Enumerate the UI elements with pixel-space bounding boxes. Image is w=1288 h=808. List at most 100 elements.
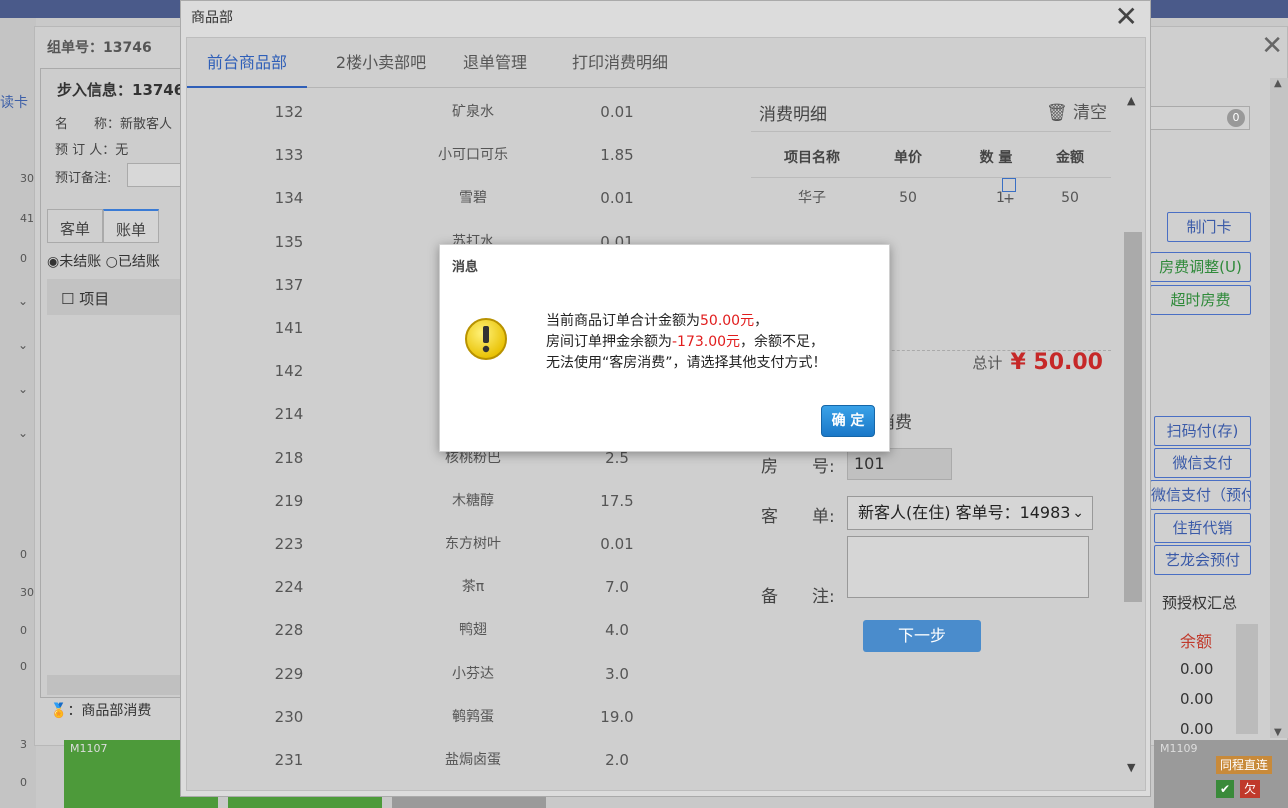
product-code: 231 bbox=[274, 751, 304, 769]
chevron-down-icon[interactable]: ⌄ bbox=[18, 426, 28, 440]
elong-prepay-button[interactable]: 艺龙会预付 bbox=[1154, 545, 1251, 575]
product-code: 141 bbox=[274, 319, 304, 337]
product-row[interactable]: 224 茶π 7.0 bbox=[187, 566, 749, 609]
make-door-card-button[interactable]: 制门卡 bbox=[1167, 212, 1251, 242]
product-row[interactable]: 228 鸭翅 4.0 bbox=[187, 609, 749, 652]
message-line-2: 房间订单押金余额为-173.00元，余额不足， bbox=[546, 332, 876, 353]
next-step-button[interactable]: 下一步 bbox=[863, 620, 981, 652]
radio-settled-label[interactable]: 已结账 bbox=[118, 254, 160, 270]
tab-bill[interactable]: 账单 bbox=[103, 209, 160, 243]
product-name: 小芬达 bbox=[452, 665, 494, 682]
note-textarea[interactable] bbox=[847, 536, 1089, 598]
wechat-pay-button[interactable]: 微信支付 bbox=[1154, 448, 1251, 478]
radio-unsettled-icon[interactable]: ◉ bbox=[47, 254, 59, 270]
col-item-name: 项目名称 bbox=[784, 150, 840, 166]
product-row[interactable]: 132 矿泉水 0.01 bbox=[187, 91, 749, 134]
scroll-down-icon[interactable]: ▼ bbox=[1127, 761, 1135, 774]
chevron-down-icon[interactable]: ⌄ bbox=[18, 382, 28, 396]
product-row[interactable]: 133 小可口可乐 1.85 bbox=[187, 134, 749, 177]
confirm-button[interactable]: 确 定 bbox=[821, 405, 875, 437]
message-line-1: 当前商品订单合计金额为50.00元， bbox=[546, 311, 876, 332]
product-price: 0.01 bbox=[600, 535, 634, 553]
chevron-down-icon[interactable]: ⌄ bbox=[18, 338, 28, 352]
read-card-link[interactable]: 读卡 bbox=[0, 92, 28, 112]
background-search-input[interactable]: 0 bbox=[1150, 106, 1250, 130]
product-code: 230 bbox=[274, 707, 304, 726]
clear-button[interactable]: 🗑 清空 bbox=[1046, 98, 1107, 123]
left-number: 0 bbox=[20, 624, 27, 637]
tab-refund-management[interactable]: 退单管理 bbox=[449, 38, 541, 88]
product-row[interactable]: 229 小芬达 3.0 bbox=[187, 653, 749, 696]
col-amount: 金额 bbox=[1056, 150, 1084, 166]
tab-preauth-summary[interactable]: 预授权汇总 bbox=[1162, 592, 1237, 613]
clear-label: 清空 bbox=[1073, 103, 1107, 123]
product-code: 135 bbox=[274, 232, 304, 251]
settle-radio-group: ◉未结账 ○已结账 bbox=[47, 251, 160, 271]
consumption-footer: 🏅：商品部消费 bbox=[50, 700, 151, 720]
scroll-up-icon[interactable]: ▲ bbox=[1274, 78, 1282, 89]
item-unit-price: 50 bbox=[899, 190, 917, 206]
product-code: 229 bbox=[274, 664, 304, 683]
radio-unsettled-label[interactable]: 未结账 bbox=[59, 254, 101, 270]
product-row[interactable]: 223 东方树叶 0.01 bbox=[187, 523, 749, 566]
item-header-row: ☐ 项目 bbox=[47, 279, 197, 315]
guest-name-row: 名 称：新散客人 bbox=[55, 117, 173, 132]
product-code: 137 bbox=[274, 275, 304, 294]
product-price: 3.0 bbox=[605, 664, 629, 683]
trash-icon: 🗑 bbox=[1046, 103, 1068, 123]
total-row: 总计 ¥ 50.00 bbox=[972, 350, 1103, 380]
product-name: 盐焗卤蛋 bbox=[445, 752, 501, 768]
product-row[interactable]: 219 木糖醇 17.5 bbox=[187, 480, 749, 523]
product-row[interactable]: 230 鹌鹑蛋 19.0 bbox=[187, 696, 749, 739]
tab-guest[interactable]: 客单 bbox=[47, 209, 104, 243]
check-icon: ✔ bbox=[1216, 780, 1235, 798]
scroll-up-icon[interactable]: ▲ bbox=[1127, 94, 1135, 107]
modal-title: 商品部 bbox=[191, 10, 233, 26]
left-number: 30 bbox=[20, 172, 34, 185]
room-rate-adjust-button[interactable]: 房费调整(U) bbox=[1150, 252, 1251, 282]
product-name: 茶π bbox=[461, 579, 485, 596]
page-scrollbar[interactable]: ▲ ▼ bbox=[1270, 78, 1288, 738]
left-number: 0 bbox=[20, 548, 27, 561]
checkin-info-panel: 步入信息：13746 名 称：新散客人 预 订 人：无 预订备注: 客单 账单 … bbox=[40, 68, 207, 698]
detail-title: 消费明细 bbox=[759, 105, 827, 125]
select-all-checkbox[interactable]: ☐ bbox=[61, 290, 74, 308]
warning-icon bbox=[465, 318, 507, 360]
product-price: 2.0 bbox=[605, 751, 629, 769]
tab-print-consumption[interactable]: 打印消费明细 bbox=[557, 38, 683, 88]
tongcheng-badge: 同程直连 bbox=[1216, 756, 1273, 774]
guest-order-select[interactable]: 新客人(在住) 客单号：14983 ⌄ bbox=[847, 496, 1093, 530]
item-amount: 50 bbox=[1061, 190, 1079, 206]
left-number: 41 bbox=[20, 212, 34, 225]
zhuzhe-consign-button[interactable]: 住哲代销 bbox=[1154, 513, 1251, 543]
message-dialog: 消息 当前商品订单合计金额为50.00元， 房间订单押金余额为-173.00元，… bbox=[439, 244, 890, 452]
horizontal-scrollbar[interactable] bbox=[47, 675, 197, 695]
close-icon[interactable]: ✕ bbox=[1261, 33, 1283, 59]
group-order-title: 组单号：13746 bbox=[47, 40, 152, 56]
left-number: 0 bbox=[20, 776, 27, 789]
modal-scrollbar[interactable]: ▲ ▼ bbox=[1121, 88, 1145, 788]
product-row[interactable]: 134 雪碧 0.01 bbox=[187, 177, 749, 220]
chevron-down-icon[interactable]: ⌄ bbox=[18, 294, 28, 308]
product-row[interactable]: 231 盐焗卤蛋 2.0 bbox=[187, 739, 749, 782]
room-number-input[interactable]: 101 bbox=[847, 448, 952, 480]
product-code: 132 bbox=[274, 103, 304, 121]
product-code: 134 bbox=[274, 189, 304, 208]
detail-item-row: 华子 50 −1 + 50 bbox=[751, 178, 1111, 218]
scrollbar-thumb[interactable] bbox=[1124, 232, 1142, 602]
message-text: 当前商品订单合计金额为50.00元， 房间订单押金余额为-173.00元，余额不… bbox=[546, 311, 876, 374]
product-price: 7.0 bbox=[605, 578, 629, 597]
right-table-scrollbar[interactable] bbox=[1236, 624, 1258, 734]
scroll-down-icon[interactable]: ▼ bbox=[1274, 727, 1282, 738]
tab-front-desk-shop[interactable]: 前台商品部 bbox=[187, 38, 307, 88]
scan-pay-button[interactable]: 扫码付(存) bbox=[1154, 416, 1251, 446]
wechat-prepay-button[interactable]: 微信支付（预付） bbox=[1150, 480, 1251, 510]
room-tile-label: M1109 bbox=[1160, 742, 1198, 755]
close-icon[interactable]: ✕ bbox=[1115, 3, 1138, 31]
radio-settled-icon[interactable]: ○ bbox=[106, 254, 118, 270]
plus-icon[interactable]: + bbox=[1002, 178, 1016, 207]
note-label: 备 注: bbox=[761, 587, 835, 607]
tab-second-floor-shop[interactable]: 2楼小卖部吧 bbox=[319, 38, 443, 88]
deposit-balance-amount: -173.00元 bbox=[672, 334, 741, 350]
overtime-rate-button[interactable]: 超时房费 bbox=[1150, 285, 1251, 315]
